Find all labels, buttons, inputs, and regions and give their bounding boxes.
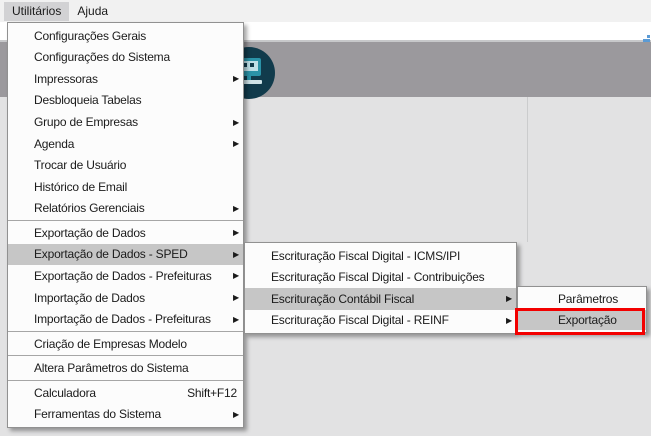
submenu-arrow-icon: ▶ (506, 315, 512, 325)
menu-item-label: Ferramentas do Sistema (34, 407, 161, 422)
menu-item-label: Configurações do Sistema (34, 50, 170, 65)
menu-item-escrituracao-fiscal-digital-reinf[interactable]: Escrituração Fiscal Digital - REINF ▶ (245, 310, 516, 332)
utilities-dropdown-menu: Configurações Gerais Configurações do Sis… (7, 22, 244, 428)
menu-item-label: Importação de Dados - Prefeituras (34, 312, 211, 327)
menu-item-label: Histórico de Email (34, 179, 128, 194)
menu-item-exportacao-de-dados-sped[interactable]: Exportação de Dados - SPED ▶ (8, 243, 243, 266)
menu-item-trocar-de-usuario[interactable]: Trocar de Usuário (8, 154, 243, 176)
menu-item-label: Exportação de Dados - SPED (34, 247, 188, 262)
menu-item-importacao-de-dados-prefeituras[interactable]: Importação de Dados - Prefeituras ▶ (8, 308, 243, 330)
menu-separator (8, 380, 243, 381)
menu-item-label: Altera Parâmetros do Sistema (34, 361, 189, 376)
menu-item-label: Desbloqueia Tabelas (34, 93, 142, 108)
sped-submenu: Escrituração Fiscal Digital - ICMS/IPI Es… (244, 242, 517, 334)
submenu-arrow-icon: ▶ (233, 314, 239, 324)
menu-bar: Utilitários Ajuda (0, 0, 651, 22)
menu-separator (8, 220, 243, 222)
window-edge-line (527, 97, 528, 242)
menu-item-configuracoes-do-sistema[interactable]: Configurações do Sistema (8, 47, 243, 69)
menu-item-historico-de-email[interactable]: Histórico de Email (8, 176, 243, 198)
menu-item-escrituracao-contabil-fiscal[interactable]: Escrituração Contábil Fiscal ▶ (245, 288, 516, 310)
menu-item-agenda[interactable]: Agenda ▶ (8, 133, 243, 155)
submenu-arrow-icon: ▶ (506, 294, 512, 304)
menu-item-label: Exportação de Dados - Prefeituras (34, 268, 212, 283)
menu-separator (8, 330, 243, 332)
menu-item-impressoras[interactable]: Impressoras ▶ (8, 68, 243, 90)
menu-item-escrituracao-fiscal-digital-icms-ipi[interactable]: Escrituração Fiscal Digital - ICMS/IPI (245, 245, 516, 267)
menu-item-label: Escrituração Fiscal Digital - Contribuiç… (271, 270, 485, 285)
menu-separator (8, 355, 243, 357)
menu-item-label: Escrituração Fiscal Digital - REINF (271, 313, 449, 328)
submenu-arrow-icon: ▶ (233, 293, 239, 303)
menu-item-altera-parametros-do-sistema[interactable]: Altera Parâmetros do Sistema (8, 357, 243, 379)
menu-item-ferramentas-do-sistema[interactable]: Ferramentas do Sistema ▶ (8, 404, 243, 426)
menu-item-exportacao-de-dados[interactable]: Exportação de Dados ▶ (8, 222, 243, 244)
submenu-arrow-icon: ▶ (233, 139, 239, 149)
menu-item-exportacao-de-dados-prefeituras[interactable]: Exportação de Dados - Prefeituras ▶ (8, 265, 243, 287)
menu-item-label: Configurações Gerais (34, 28, 147, 43)
menu-item-label: Calculadora (34, 385, 96, 400)
menu-item-label: Escrituração Contábil Fiscal (271, 291, 415, 306)
menu-item-escrituracao-fiscal-digital-contribuicoes[interactable]: Escrituração Fiscal Digital - Contribuiç… (245, 267, 516, 289)
menu-item-shortcut: Shift+F12 (187, 385, 237, 400)
menu-item-parametros[interactable]: Parâmetros (518, 289, 646, 310)
submenu-arrow-icon: ▶ (233, 117, 239, 127)
menu-item-label: Parâmetros (558, 292, 619, 307)
menu-item-configuracoes-gerais[interactable]: Configurações Gerais (8, 25, 243, 47)
menubar-item-ajuda[interactable]: Ajuda (69, 2, 116, 21)
menu-item-relatorios-gerenciais[interactable]: Relatórios Gerenciais ▶ (8, 198, 243, 220)
menu-item-exportacao[interactable]: Exportação (518, 309, 646, 330)
menu-item-label: Impressoras (34, 71, 98, 86)
submenu-arrow-icon: ▶ (233, 74, 239, 84)
menubar-item-utilitarios[interactable]: Utilitários (4, 1, 70, 21)
menu-item-grupo-de-empresas[interactable]: Grupo de Empresas ▶ (8, 111, 243, 133)
menu-item-desbloqueia-tabelas[interactable]: Desbloqueia Tabelas (8, 90, 243, 112)
submenu-arrow-icon: ▶ (233, 203, 239, 213)
submenu-arrow-icon: ▶ (233, 409, 239, 419)
menu-item-calculadora[interactable]: Calculadora Shift+F12 (8, 382, 243, 404)
submenu-arrow-icon: ▶ (233, 228, 239, 238)
menu-item-importacao-de-dados[interactable]: Importação de Dados ▶ (8, 287, 243, 309)
menu-item-label: Criação de Empresas Modelo (34, 336, 187, 351)
menu-item-label: Relatórios Gerenciais (34, 201, 145, 216)
menu-item-label: Exportação de Dados (34, 225, 146, 240)
submenu-arrow-icon: ▶ (233, 249, 239, 259)
menu-item-label: Importação de Dados (34, 290, 145, 305)
menu-item-label: Agenda (34, 136, 75, 151)
menu-item-label: Escrituração Fiscal Digital - ICMS/IPI (271, 248, 461, 263)
submenu-arrow-icon: ▶ (233, 271, 239, 281)
resize-grip-icon (643, 35, 650, 42)
menu-item-label: Exportação (558, 312, 617, 327)
menu-item-label: Grupo de Empresas (34, 115, 138, 130)
ecf-submenu: Parâmetros Exportação (517, 286, 647, 333)
menu-item-label: Trocar de Usuário (34, 158, 127, 173)
menu-item-criacao-de-empresas-modelo[interactable]: Criação de Empresas Modelo (8, 333, 243, 355)
